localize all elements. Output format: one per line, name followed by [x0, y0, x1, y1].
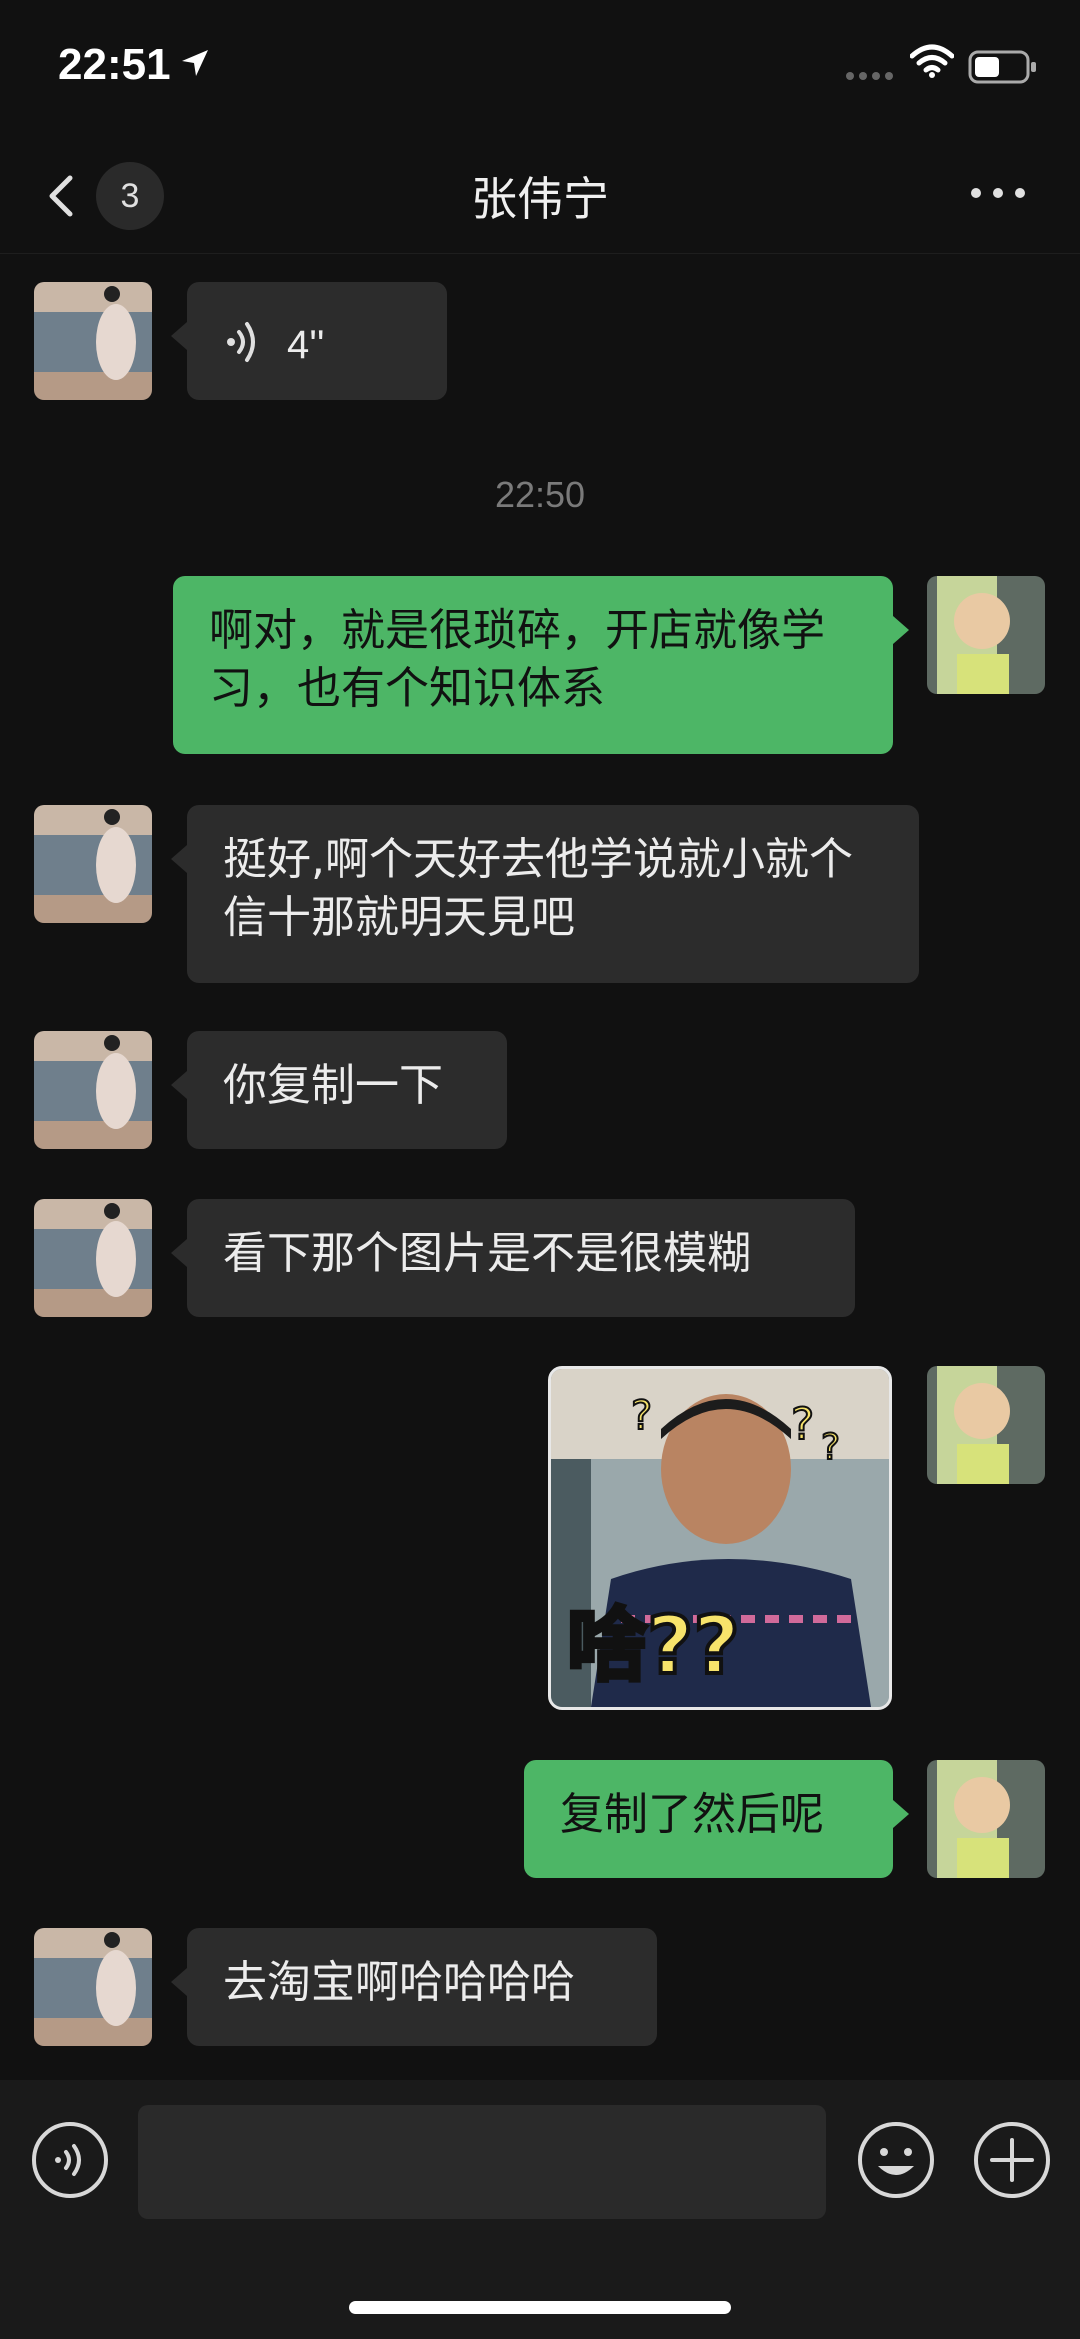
outgoing-message-bubble[interactable]: 啊对，就是很琐碎，开店就像学习，也有个知识体系 — [173, 576, 909, 754]
contact-avatar-image — [34, 1199, 152, 1317]
incoming-message-bubble[interactable]: 挺好,啊个天好去他学说就小就个信十那就明天見吧 — [171, 805, 919, 983]
contact-avatar[interactable] — [34, 1031, 152, 1149]
self-avatar-image — [927, 1760, 1045, 1878]
svg-text:?: ? — [791, 1399, 814, 1450]
status-bar: 22:51 — [0, 0, 1080, 135]
contact-avatar[interactable] — [34, 1199, 152, 1317]
contact-avatar[interactable] — [34, 282, 152, 400]
outgoing-message-bubble[interactable]: 复制了然后呢 — [524, 1760, 909, 1878]
contact-avatar-image — [34, 805, 152, 923]
contact-avatar-image — [34, 1031, 152, 1149]
cellular-signal-icon — [846, 72, 893, 80]
message-input[interactable] — [138, 2105, 826, 2219]
self-avatar-image — [927, 1366, 1045, 1484]
incoming-message-bubble[interactable]: 去淘宝啊哈哈哈哈 — [171, 1928, 657, 2046]
voice-wave-icon — [227, 322, 255, 362]
battery-icon — [968, 50, 1036, 84]
self-avatar[interactable] — [927, 1760, 1045, 1878]
more-options-icon[interactable] — [968, 173, 1028, 213]
add-attachment-icon[interactable] — [972, 2120, 1052, 2200]
location-arrow-icon — [182, 50, 208, 76]
status-time: 22:51 — [58, 40, 171, 89]
sticker-caption: 啥?? — [565, 1597, 742, 1694]
sticker-image-message[interactable]: ? ? ? 啥?? — [548, 1366, 892, 1710]
self-avatar-image — [927, 576, 1045, 694]
voice-message-bubble[interactable]: 4'' — [171, 282, 447, 400]
message-timestamp: 22:50 — [494, 474, 586, 515]
contact-avatar-image — [34, 282, 152, 400]
incoming-message-bubble[interactable]: 看下那个图片是不是很模糊 — [171, 1199, 855, 1317]
message-list[interactable]: 4'' 22:50 啊对，就是很琐碎，开店就像学习，也有个知识体系 挺好,啊个天… — [0, 254, 1080, 2080]
contact-avatar-image — [34, 1928, 152, 2046]
voice-duration: 4'' — [287, 323, 325, 367]
chat-header: 3 张伟宁 — [0, 135, 1080, 254]
emoji-icon[interactable] — [856, 2120, 936, 2200]
home-indicator — [349, 2301, 731, 2314]
svg-text:?: ? — [821, 1427, 840, 1468]
incoming-message-bubble[interactable]: 你复制一下 — [171, 1031, 507, 1149]
contact-avatar[interactable] — [34, 1928, 152, 2046]
chat-title: 张伟宁 — [471, 172, 609, 226]
voice-input-icon[interactable] — [30, 2120, 110, 2200]
contact-avatar[interactable] — [34, 805, 152, 923]
self-avatar[interactable] — [927, 576, 1045, 694]
wifi-icon — [910, 44, 954, 78]
self-avatar[interactable] — [927, 1366, 1045, 1484]
svg-text:?: ? — [631, 1393, 652, 1439]
